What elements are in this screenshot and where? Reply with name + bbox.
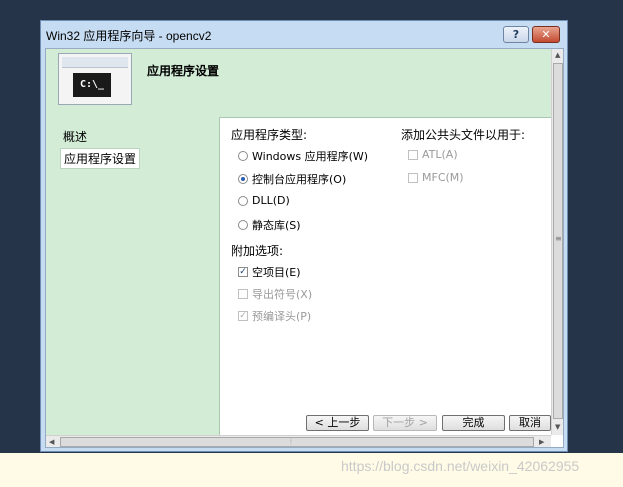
checkbox-label: MFC(M) <box>422 171 464 184</box>
wizard-nav: 概述 应用程序设置 <box>46 117 220 447</box>
checkbox-label: 预编译头(P) <box>252 310 312 323</box>
prev-button[interactable]: < 上一步 <box>306 415 369 431</box>
checkbox-mfc[interactable]: MFC(M) <box>408 171 464 184</box>
console-prompt-icon: C:\_ <box>73 73 111 97</box>
settings-panel: 应用程序类型: Windows 应用程序(W) 控制台应用程序(O) DLL(D… <box>220 117 551 447</box>
additional-options-label: 附加选项: <box>231 244 284 258</box>
scroll-up-icon[interactable]: ▲ <box>555 51 560 59</box>
radio-console-app[interactable]: 控制台应用程序(O) <box>238 171 346 187</box>
grip-icon: ≡ <box>555 234 562 243</box>
radio-dll[interactable]: DLL(D) <box>238 194 290 207</box>
checkbox[interactable] <box>408 149 418 160</box>
checkbox-checked[interactable]: ✓ <box>238 311 248 321</box>
console-app-thumbnail: C:\_ <box>58 53 132 105</box>
checkbox-checked[interactable]: ✓ <box>238 267 248 277</box>
radio-button[interactable] <box>238 151 248 161</box>
scroll-down-icon[interactable]: ▼ <box>555 423 560 431</box>
checkbox-label: 空项目(E) <box>252 266 301 279</box>
checkbox[interactable] <box>408 172 418 183</box>
scroll-right-icon[interactable]: ▶ <box>539 438 544 446</box>
checkbox[interactable] <box>238 289 248 299</box>
radio-button-selected[interactable] <box>238 174 248 184</box>
scroll-left-icon[interactable]: ◀ <box>49 438 54 446</box>
horizontal-scrollbar[interactable]: ◀ ⦙ ▶ <box>46 435 551 447</box>
cancel-button[interactable]: 取消 <box>509 415 551 431</box>
finish-button[interactable]: 完成 <box>442 415 505 431</box>
radio-label: Windows 应用程序(W) <box>252 150 369 163</box>
page-title: 应用程序设置 <box>147 64 220 78</box>
title-bar[interactable]: Win32 应用程序向导 - opencv2 ? ✕ <box>41 21 567 47</box>
wizard-client-area: C:\_ 应用程序设置 概述 应用程序设置 应用程序类型: Windows 应用… <box>45 48 564 448</box>
thumbnail-menu-bar <box>62 57 128 68</box>
window-title: Win32 应用程序向导 - opencv2 <box>46 29 212 43</box>
horizontal-scroll-thumb[interactable]: ⦙ <box>60 437 534 447</box>
watermark-url: https://blog.csdn.net/weixin_42062955 <box>341 458 580 474</box>
wizard-dialog: Win32 应用程序向导 - opencv2 ? ✕ C:\_ 应用程序设置 概… <box>40 20 568 452</box>
radio-label: 静态库(S) <box>252 219 301 232</box>
common-headers-label: 添加公共头文件以用于: <box>401 128 526 142</box>
radio-label: DLL(D) <box>252 194 290 207</box>
app-type-label: 应用程序类型: <box>231 128 308 142</box>
nav-item-app-settings[interactable]: 应用程序设置 <box>60 148 141 169</box>
checkbox-label: 导出符号(X) <box>252 288 313 301</box>
radio-label: 控制台应用程序(O) <box>252 173 347 186</box>
grip-icon: ⦙ <box>290 437 292 446</box>
radio-button[interactable] <box>238 220 248 230</box>
checkbox-label: ATL(A) <box>422 148 458 161</box>
vertical-scrollbar[interactable]: ▲ ≡ ▼ <box>551 49 563 435</box>
checkbox-atl[interactable]: ATL(A) <box>408 148 458 161</box>
radio-windows-app[interactable]: Windows 应用程序(W) <box>238 148 368 164</box>
nav-item-overview[interactable]: 概述 <box>60 127 90 146</box>
radio-static-lib[interactable]: 静态库(S) <box>238 217 301 233</box>
checkbox-precompiled-header[interactable]: ✓ 预编译头(P) <box>238 308 311 324</box>
vertical-scroll-thumb[interactable]: ≡ <box>553 63 563 419</box>
checkbox-empty-project[interactable]: ✓ 空项目(E) <box>238 264 301 280</box>
help-button[interactable]: ? <box>503 26 529 43</box>
checkbox-export-symbols[interactable]: 导出符号(X) <box>238 286 312 302</box>
close-button[interactable]: ✕ <box>532 26 560 43</box>
wizard-header: C:\_ 应用程序设置 <box>46 49 551 118</box>
next-button[interactable]: 下一步 > <box>373 415 437 431</box>
radio-button[interactable] <box>238 195 248 206</box>
